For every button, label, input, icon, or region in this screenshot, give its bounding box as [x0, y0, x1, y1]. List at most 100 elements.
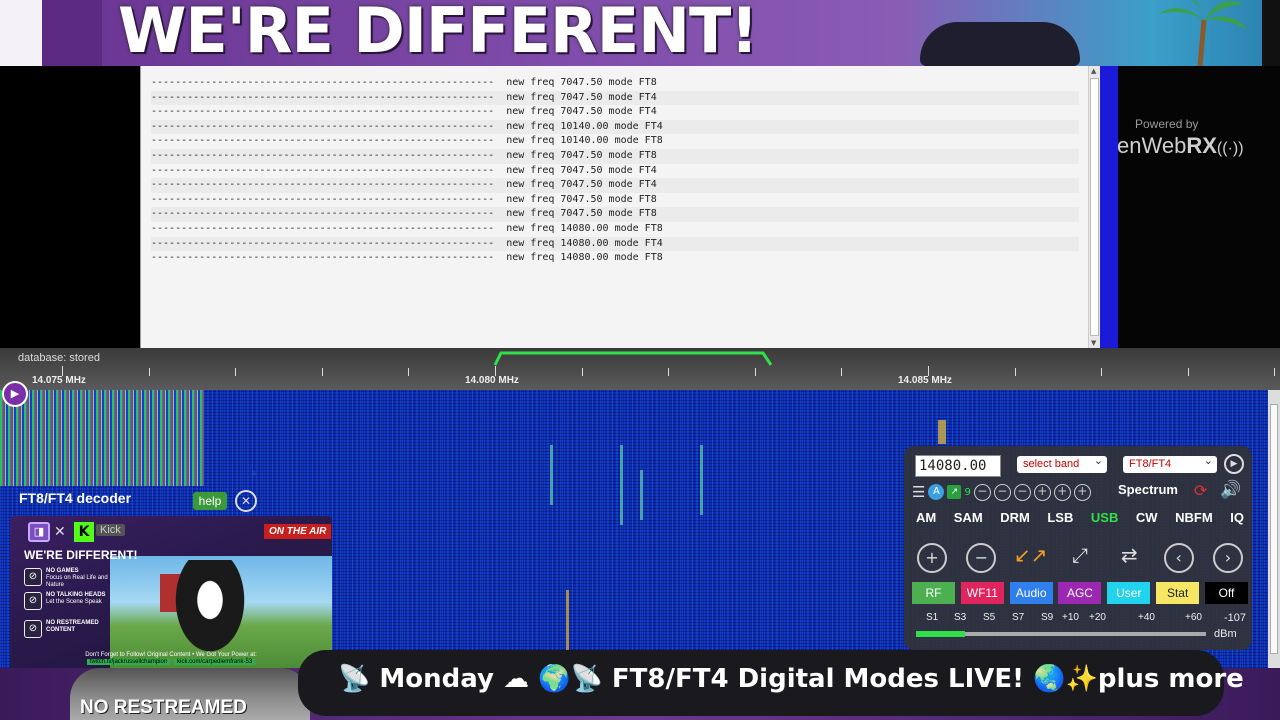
- log-scrollbar[interactable]: ▲ ▼: [1088, 66, 1100, 348]
- squelch-icon[interactable]: ↗: [947, 485, 962, 499]
- tab-wf11[interactable]: WF11: [960, 582, 1004, 604]
- promo-item-title: NO GAMES: [46, 568, 79, 574]
- zoom-in-icon[interactable]: +: [912, 538, 952, 573]
- meter-label: S5: [983, 612, 996, 623]
- scroll-down-icon[interactable]: ▼: [1091, 339, 1096, 347]
- zoom-out-icon[interactable]: −: [993, 483, 1011, 501]
- zoom-out-icon[interactable]: −: [961, 538, 1001, 573]
- log-line: ----------------------------------------…: [151, 252, 663, 264]
- zoom-in-icon[interactable]: +: [1053, 483, 1071, 501]
- mode-sam[interactable]: SAM: [950, 509, 987, 529]
- freq-label-14080: 14.080 MHz: [465, 375, 519, 386]
- receiver-tabs: RF WF11 Audio AGC User Stat Off: [912, 582, 1248, 604]
- palm-tree-icon: [1158, 0, 1248, 66]
- log-line: ----------------------------------------…: [151, 164, 657, 176]
- log-line: ----------------------------------------…: [151, 178, 1079, 193]
- menu-icon[interactable]: ☰: [912, 483, 925, 501]
- promo-item: ⊘ NO RESTREAMED CONTENT: [24, 618, 108, 640]
- mode-usb[interactable]: USB: [1087, 509, 1122, 529]
- mode-drm[interactable]: DRM: [996, 509, 1034, 529]
- close-icon[interactable]: ✕: [235, 490, 257, 512]
- refresh-icon[interactable]: ⟳: [1194, 481, 1207, 500]
- promo-item-text: NO GAMES Focus on Real Life and Nature: [46, 568, 108, 589]
- dog-graphic: [170, 560, 250, 660]
- signal-trace: [566, 590, 569, 650]
- promo-item-title: NO TALKING HEADS: [46, 592, 106, 598]
- logo-rx: RX: [1186, 133, 1217, 158]
- log-line: ----------------------------------------…: [151, 148, 1079, 164]
- meter-label: +60: [1185, 612, 1202, 623]
- chevron-left-icon[interactable]: ‹: [1159, 538, 1199, 573]
- log-line: ----------------------------------------…: [151, 207, 1079, 222]
- chevron-right-icon[interactable]: ›: [1208, 538, 1248, 573]
- meter-label: S7: [1012, 612, 1025, 623]
- waterfall-scrollbar[interactable]: [1268, 390, 1280, 668]
- swap-arrows-icon[interactable]: ⇄: [1109, 538, 1149, 572]
- promo-item-text: NO RESTREAMED CONTENT: [46, 620, 108, 634]
- meter-fill: [916, 631, 966, 637]
- car-graphic: [920, 22, 1080, 66]
- scale-tick: [1187, 368, 1189, 376]
- database-status: database: stored: [18, 352, 100, 364]
- log-line: ----------------------------------------…: [151, 106, 657, 118]
- collapse-icon[interactable]: ↙↗: [1011, 538, 1051, 572]
- zoom-out-icon[interactable]: −: [973, 483, 991, 501]
- log-scroll-thumb[interactable]: [1090, 78, 1099, 336]
- mode-nbfm[interactable]: NBFM: [1171, 509, 1217, 529]
- twitch-icon: ◨: [28, 522, 50, 542]
- logo-web: Web: [1141, 133, 1187, 158]
- meter-label: S1: [926, 612, 939, 623]
- freq-label-14075: 14.075 MHz: [32, 375, 86, 386]
- decoder-log-panel[interactable]: ----------------------------------------…: [140, 66, 1100, 348]
- meter-label: S3: [954, 612, 967, 623]
- passband-marker[interactable]: [493, 350, 773, 366]
- spectrum-button[interactable]: Spectrum: [1118, 482, 1178, 497]
- tab-user[interactable]: User: [1107, 582, 1151, 604]
- decoder-title: FT8/FT4 decoder: [19, 490, 132, 506]
- x-icon: ✕: [54, 524, 66, 540]
- tab-agc[interactable]: AGC: [1058, 582, 1102, 604]
- kick-icon: K: [74, 522, 94, 542]
- meter-label: +40: [1138, 612, 1155, 623]
- receiver-tools: + − ↙↗ ⤢ ⇄ ‹ ›: [912, 538, 1248, 573]
- help-button[interactable]: help: [193, 492, 227, 510]
- scroll-up-icon[interactable]: ▲: [1091, 67, 1096, 75]
- meter-label: +20: [1089, 612, 1106, 623]
- play-icon[interactable]: ▶: [1224, 454, 1244, 474]
- signal-trace: [938, 420, 946, 444]
- waterfall-scroll-thumb[interactable]: [1270, 404, 1278, 654]
- receiver-toolbar: ☰ A ↗ 9 − − − + + +: [912, 482, 1091, 502]
- scale-tick: [321, 368, 323, 376]
- no-restream-text: NO RESTREAMED: [80, 697, 247, 718]
- mode-am[interactable]: AM: [912, 509, 940, 529]
- tab-rf[interactable]: RF: [912, 582, 955, 604]
- tab-audio[interactable]: Audio: [1009, 582, 1053, 604]
- zoom-out-icon[interactable]: −: [1013, 483, 1031, 501]
- auto-badge[interactable]: A: [928, 484, 945, 500]
- zoom-in-icon[interactable]: +: [1073, 483, 1091, 501]
- volume-icon[interactable]: 🔊: [1220, 480, 1241, 500]
- promo-footer-text: Don't Forget to Follow! Original Content…: [85, 652, 257, 658]
- scale-tick: [841, 368, 843, 376]
- openwebrx-logo[interactable]: enWebRX((·)): [1117, 133, 1244, 159]
- no-restream-icon: ⊘: [24, 620, 42, 638]
- tab-stat[interactable]: Stat: [1156, 582, 1200, 604]
- tab-off[interactable]: Off: [1204, 582, 1248, 604]
- log-line: ----------------------------------------…: [151, 77, 657, 88]
- zoom-in-icon[interactable]: +: [1033, 483, 1051, 501]
- mode-select[interactable]: FT8/FT4: [1123, 453, 1217, 473]
- no-talking-icon: ⊘: [24, 592, 42, 610]
- mode-lsb[interactable]: LSB: [1043, 509, 1077, 529]
- promo-headline: WE'RE DIFFERENT!: [24, 548, 138, 562]
- frequency-input[interactable]: 14080.00: [915, 455, 1001, 477]
- mode-cw[interactable]: CW: [1132, 509, 1162, 529]
- log-line: ----------------------------------------…: [151, 193, 657, 205]
- mode-iq[interactable]: IQ: [1226, 509, 1248, 529]
- band-select[interactable]: select band: [1017, 453, 1107, 473]
- promo-item-sub: Focus on Real Life and Nature: [46, 575, 108, 588]
- play-icon[interactable]: ▶: [2, 381, 28, 407]
- expand-icon[interactable]: ⤢: [1060, 538, 1100, 572]
- twitch-link: twitch.tv/jackrussellchampion: [86, 659, 171, 665]
- scale-tick: [1014, 368, 1016, 376]
- meter-label: +10: [1062, 612, 1079, 623]
